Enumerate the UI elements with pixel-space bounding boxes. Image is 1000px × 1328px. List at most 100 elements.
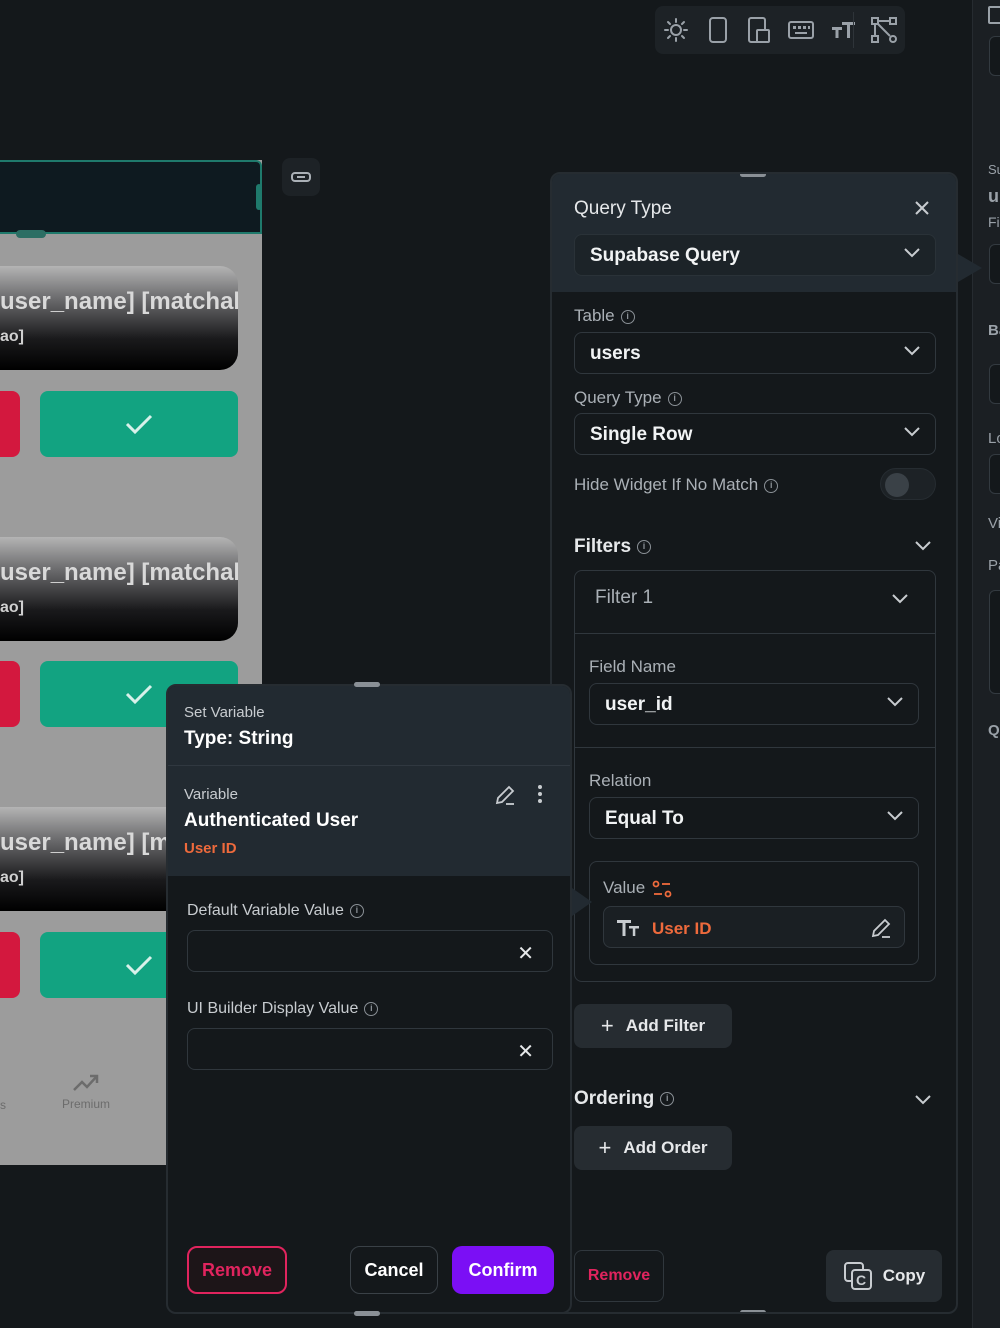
hide-widget-toggle[interactable] — [880, 468, 936, 500]
resize-handle[interactable] — [740, 1310, 766, 1312]
tablet-icon[interactable] — [738, 6, 780, 54]
default-value-label: Default Variable Value i — [187, 902, 364, 920]
text-type-icon — [617, 920, 639, 936]
check-icon — [125, 955, 153, 976]
resize-handle[interactable] — [354, 1311, 380, 1316]
edge-label: Pa — [988, 557, 1000, 574]
chevron-down-icon — [904, 346, 920, 356]
query-type-select[interactable]: Single Row — [574, 413, 936, 455]
copy-label: Copy — [882, 1266, 926, 1285]
phone-icon[interactable] — [697, 6, 739, 54]
edge-field[interactable] — [989, 590, 1000, 694]
variable-section[interactable]: Variable Authenticated User User ID — [168, 766, 570, 876]
edge-label: Su — [988, 162, 1000, 177]
reject-button[interactable] — [0, 932, 20, 998]
trending-icon — [73, 1074, 99, 1091]
divider — [575, 633, 935, 634]
dropdown-value: Single Row — [590, 424, 693, 445]
confirm-button[interactable]: Confirm — [452, 1246, 554, 1294]
chevron-down-icon[interactable] — [914, 1094, 932, 1106]
resize-handle[interactable] — [256, 184, 262, 210]
resize-handle[interactable] — [354, 682, 380, 687]
nav-item-premium[interactable]: Premium — [56, 1072, 116, 1111]
edge-label: Lo — [988, 430, 1000, 447]
sun-icon[interactable] — [655, 6, 697, 54]
set-variable-dialog: Set Variable Type: String Variable Authe… — [166, 684, 572, 1314]
plus-icon: + — [600, 1013, 614, 1038]
edit-icon[interactable] — [870, 917, 892, 939]
edge-field[interactable] — [989, 454, 1000, 494]
card-subtitle: ao] — [0, 869, 24, 886]
value-field[interactable]: User ID — [603, 906, 905, 948]
add-order-label: Add Order — [623, 1138, 708, 1157]
edge-label: u — [988, 186, 999, 206]
edge-label: Vi — [988, 515, 1000, 532]
widget-tree-icon[interactable] — [863, 6, 905, 54]
query-type-label: Query Type i — [574, 388, 682, 408]
variable-field: User ID — [184, 840, 237, 857]
display-value-input[interactable]: ✕ — [187, 1028, 553, 1070]
text-size-icon[interactable] — [822, 6, 864, 54]
card-subtitle: ao] — [0, 599, 24, 616]
variable-icon[interactable] — [652, 880, 672, 898]
cancel-button[interactable]: Cancel — [350, 1246, 438, 1294]
copy-icon: C — [843, 1262, 872, 1290]
info-icon[interactable]: i — [764, 478, 779, 493]
variable-type: Type: String — [184, 728, 294, 749]
checkbox-icon[interactable] — [988, 6, 1000, 24]
edit-icon[interactable] — [494, 784, 516, 806]
info-icon[interactable]: i — [667, 391, 682, 406]
query-type-dropdown[interactable]: Supabase Query — [574, 234, 936, 276]
dropdown-value: Equal To — [605, 808, 684, 829]
nav-item-label[interactable]: s — [0, 1098, 6, 1112]
widget-options-button[interactable] — [282, 158, 320, 196]
info-icon[interactable]: i — [637, 539, 652, 554]
table-dropdown[interactable]: users — [574, 332, 936, 374]
relation-dropdown[interactable]: Equal To — [589, 797, 919, 839]
clear-icon[interactable]: ✕ — [517, 1039, 534, 1064]
close-icon[interactable] — [914, 200, 930, 216]
plus-icon: + — [598, 1135, 612, 1160]
accept-button[interactable] — [40, 391, 238, 457]
remove-button[interactable]: Remove — [187, 1246, 287, 1294]
chevron-down-icon[interactable] — [914, 540, 932, 552]
value-label: Value — [603, 878, 646, 897]
more-vertical-icon[interactable] — [536, 784, 544, 804]
edge-field[interactable] — [989, 364, 1000, 404]
remove-query-button[interactable]: Remove — [574, 1250, 664, 1302]
clear-icon[interactable]: ✕ — [517, 941, 534, 966]
default-value-input[interactable]: ✕ — [187, 930, 553, 972]
edge-label: Fi — [988, 214, 1000, 230]
table-label: Table i — [574, 306, 635, 326]
info-icon[interactable]: i — [364, 1001, 379, 1016]
add-filter-label: Add Filter — [625, 1016, 706, 1035]
card-title: user_name] [m — [0, 829, 171, 856]
resize-handle[interactable] — [740, 174, 766, 177]
reject-button[interactable] — [0, 661, 20, 727]
copy-button[interactable]: C Copy — [826, 1250, 942, 1302]
dropdown-value: Supabase Query — [590, 245, 740, 266]
edge-field[interactable] — [989, 244, 1000, 284]
properties-panel-edge: Su u Fi Ba Lo Vi Pa Q — [972, 0, 1000, 1328]
keyboard-icon[interactable] — [780, 6, 822, 54]
dialog-header: Set Variable Type: String — [168, 686, 570, 766]
match-card[interactable]: user_name] [matchal ao] — [0, 266, 238, 370]
divider — [575, 747, 935, 748]
info-icon[interactable]: i — [620, 309, 635, 324]
filter-card: Filter 1 Field Name user_id Relation Equ… — [574, 570, 936, 982]
add-filter-button[interactable]: + Add Filter — [574, 1004, 732, 1048]
chevron-down-icon — [904, 248, 920, 258]
app-bar[interactable] — [0, 160, 262, 234]
resize-handle[interactable] — [16, 230, 46, 238]
match-card[interactable]: user_name] [matchal ao] — [0, 537, 238, 641]
field-name-dropdown[interactable]: user_id — [589, 683, 919, 725]
add-order-button[interactable]: + Add Order — [574, 1126, 732, 1170]
filter-title[interactable]: Filter 1 — [595, 587, 653, 609]
info-icon[interactable]: i — [660, 1091, 675, 1106]
chevron-down-icon[interactable] — [891, 593, 909, 605]
info-icon[interactable]: i — [349, 903, 364, 918]
edge-field[interactable] — [989, 36, 1000, 76]
query-panel-header: Query Type Supabase Query — [552, 174, 956, 292]
reject-button[interactable] — [0, 391, 20, 457]
dialog-pointer — [572, 888, 592, 916]
